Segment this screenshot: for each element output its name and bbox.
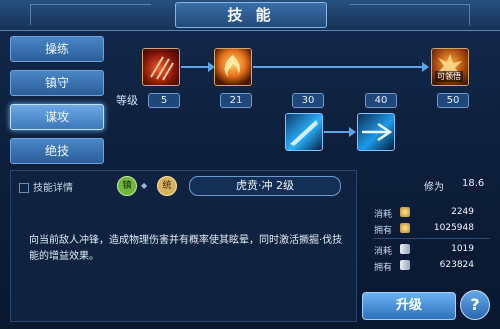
- skill-icon-1[interactable]: [142, 48, 180, 86]
- resource-panel: 修为 18.6 消耗 2249 拥有 1025948 消耗 1019 拥有 62…: [362, 170, 494, 320]
- skill-name: 虎贲·冲 2级: [189, 176, 341, 196]
- learnable-label: 可领悟: [435, 71, 463, 82]
- owned-scroll-value: 623824: [439, 260, 474, 270]
- owned-gold-row: 拥有 1025948: [374, 222, 492, 236]
- scroll-icon: [400, 244, 410, 254]
- owned-label: 拥有: [374, 226, 393, 236]
- level-badge-5: 50: [437, 93, 469, 108]
- gold-coin-icon: [400, 207, 410, 217]
- cultivation-label: 修为: [424, 182, 444, 193]
- flame-icon: [224, 55, 240, 77]
- sidebar-item-jueji[interactable]: 绝技: [10, 138, 104, 164]
- tree-connector-long: [253, 62, 429, 72]
- skill-icon-3[interactable]: [285, 113, 323, 151]
- cost-label: 消耗: [374, 210, 393, 220]
- command-badge-icon: 统: [157, 176, 177, 196]
- cost-scroll-row: 消耗 1019: [374, 243, 492, 257]
- skill-detail-toggle[interactable]: 技能详情: [19, 179, 73, 194]
- swap-icon: ◆: [141, 181, 148, 190]
- cultivation-value: 18.6: [462, 178, 485, 189]
- skill-window: 技 能 操练 镇守 谋攻 绝技 可领悟 等级 5 21 30 40 50 技能详…: [0, 0, 500, 329]
- leaf-badge-icon: 镇: [117, 176, 137, 196]
- skill-icon-2[interactable]: [214, 48, 252, 86]
- upgrade-button[interactable]: 升级: [362, 292, 456, 320]
- scroll-icon: [400, 260, 410, 270]
- blade-icon: [290, 120, 318, 146]
- level-badge-2: 21: [220, 93, 252, 108]
- skill-category-sidebar: 操练 镇守 谋攻 绝技: [10, 36, 104, 172]
- owned-gold-value: 1025948: [433, 223, 474, 233]
- title-ornament-left: [30, 4, 151, 25]
- title-bar: 技 能: [0, 0, 500, 31]
- tree-connector: [181, 62, 215, 72]
- owned-scroll-row: 拥有 623824: [374, 259, 492, 273]
- cost-label: 消耗: [374, 247, 393, 257]
- window-title: 技 能: [175, 2, 327, 28]
- checkbox-icon: [19, 183, 29, 193]
- level-badge-4: 40: [365, 93, 397, 108]
- skill-description: 向当前敌人冲锋，造成物理伤害并有概率使其眩晕，同时激活撅掘·伐技能的增益效果。: [29, 235, 343, 262]
- divider: [374, 238, 490, 239]
- sidebar-item-zhenshou[interactable]: 镇守: [10, 70, 104, 96]
- sidebar-item-mougong[interactable]: 谋攻: [10, 104, 104, 130]
- skill-icon-4[interactable]: 可领悟: [431, 48, 469, 86]
- skill-detail-label: 技能详情: [33, 183, 73, 194]
- level-badge-1: 5: [148, 93, 180, 108]
- gold-coin-icon: [400, 223, 410, 233]
- cost-gold-row: 消耗 2249: [374, 206, 492, 220]
- claw-icon: [150, 56, 174, 81]
- skill-detail-panel: 技能详情 镇 ◆ 统 虎贲·冲 2级 向当前敌人冲锋，造成物理伤害并有概率使其眩…: [10, 170, 357, 322]
- owned-label: 拥有: [374, 263, 393, 273]
- level-badge-3: 30: [292, 93, 324, 108]
- sidebar-item-caolian[interactable]: 操练: [10, 36, 104, 62]
- spear-icon: [362, 122, 393, 142]
- title-ornament-right: [349, 4, 470, 25]
- level-label: 等级: [116, 94, 138, 107]
- cost-scroll-value: 1019: [451, 244, 474, 254]
- skill-icon-5[interactable]: [357, 113, 395, 151]
- tree-connector-lower: [324, 127, 356, 137]
- cost-gold-value: 2249: [451, 207, 474, 217]
- help-button[interactable]: ?: [460, 290, 490, 320]
